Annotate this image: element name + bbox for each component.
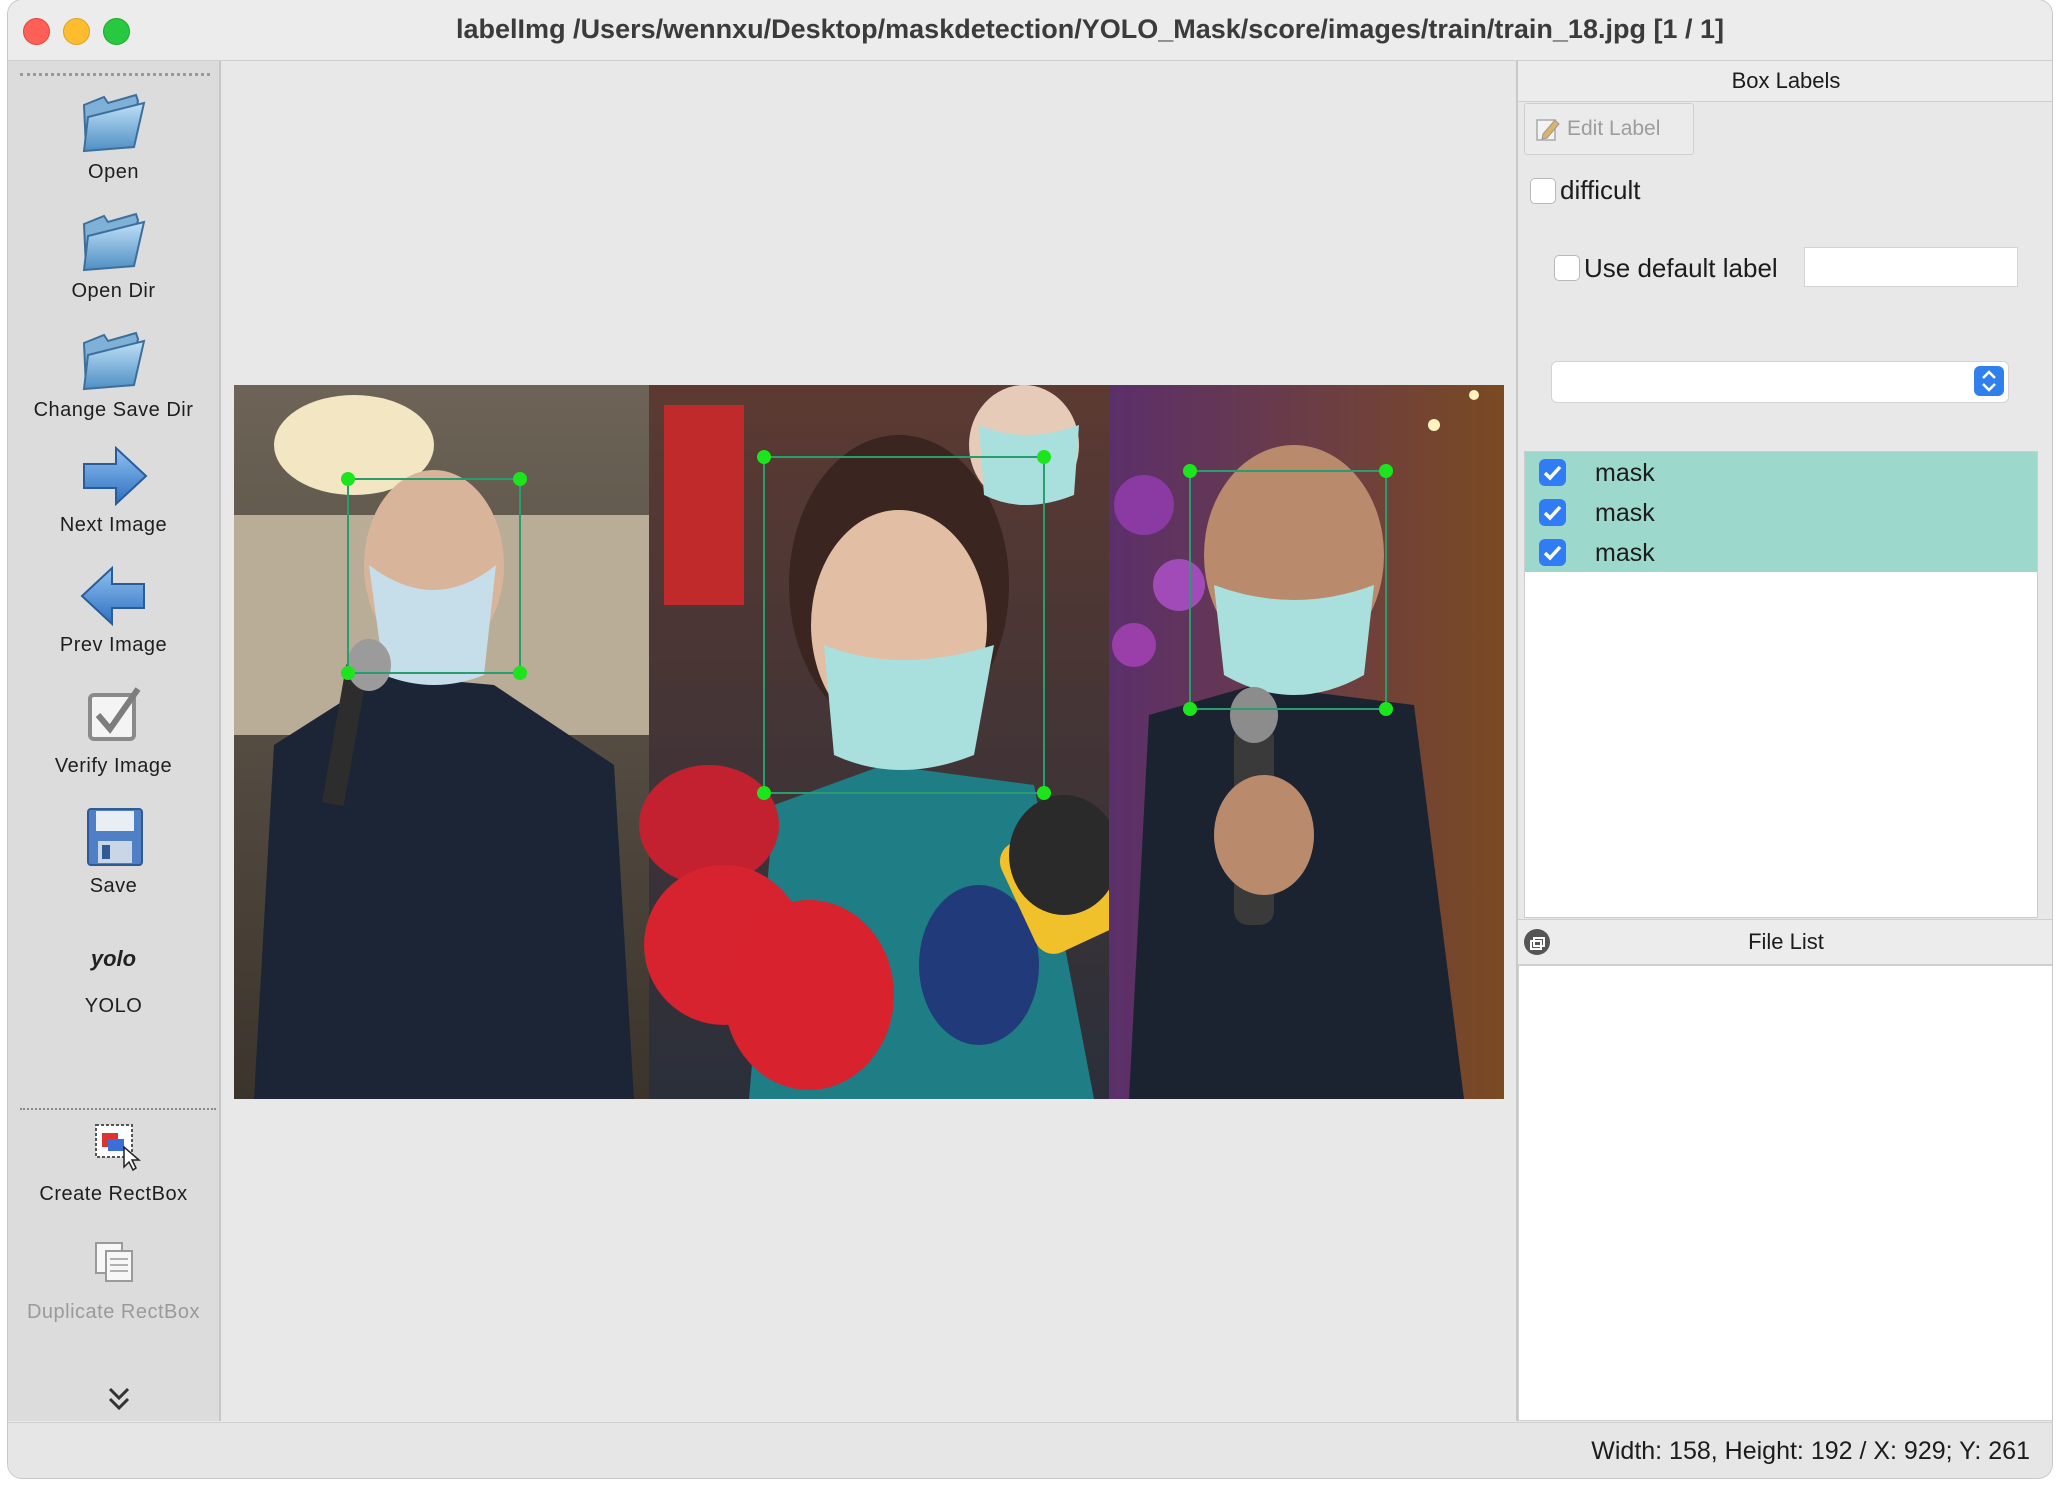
right-dock: Box Labels Edit Label difficult Use defa…: [1516, 61, 2052, 1421]
zoom-window-button[interactable]: [103, 18, 130, 45]
main-toolbar: Open Open Dir Change Save Dir Next Image…: [8, 61, 221, 1421]
status-bar: Width: 158, Height: 192 / X: 929; Y: 261: [8, 1422, 2052, 1478]
save-button[interactable]: Save: [8, 805, 219, 898]
label-checkbox[interactable]: [1539, 459, 1566, 486]
yolo-format-button[interactable]: yolo YOLO: [8, 941, 219, 1018]
duplicate-rect-icon: [94, 1242, 133, 1282]
minimize-window-button[interactable]: [63, 18, 90, 45]
window-title: labelImg /Users/wennxu/Desktop/maskdetec…: [456, 14, 1724, 44]
arrow-right-icon: [82, 445, 147, 507]
yolo-label: YOLO: [84, 995, 143, 1017]
create-rectbox-button[interactable]: Create RectBox: [8, 1119, 219, 1206]
file-list[interactable]: [1518, 965, 2052, 1421]
checkmark-icon: [1543, 465, 1562, 481]
combo-stepper[interactable]: [1974, 366, 2004, 396]
yolo-format-icon: yolo: [90, 946, 137, 971]
undock-icon[interactable]: [1524, 929, 1550, 955]
edit-label-button[interactable]: Edit Label: [1524, 103, 1694, 155]
change-save-dir-button[interactable]: Change Save Dir: [8, 325, 219, 422]
open-label: Open: [88, 161, 139, 183]
label-checkbox[interactable]: [1539, 499, 1566, 526]
duplicate-rectbox-label: Duplicate RectBox: [26, 1301, 201, 1323]
labelimg-window: labelImg /Users/wennxu/Desktop/maskdetec…: [8, 0, 2052, 1478]
image-canvas[interactable]: [221, 61, 1524, 1421]
label-text: mask: [1595, 539, 1655, 567]
folder-open-icon: [82, 93, 145, 153]
label-text: mask: [1595, 459, 1655, 487]
open-dir-label: Open Dir: [71, 280, 156, 302]
box-label-list[interactable]: mask mask mask: [1524, 451, 2038, 918]
title-bar: labelImg /Users/wennxu/Desktop/maskdetec…: [8, 0, 2052, 61]
folder-open-icon: [82, 212, 145, 272]
duplicate-rectbox-button[interactable]: Duplicate RectBox: [8, 1237, 219, 1324]
prev-image-button[interactable]: Prev Image: [8, 564, 219, 657]
close-window-button[interactable]: [23, 18, 50, 45]
checkmark-icon: [1543, 545, 1562, 561]
create-rectbox-label: Create RectBox: [39, 1183, 188, 1205]
open-dir-button[interactable]: Open Dir: [8, 206, 219, 303]
label-combo-box[interactable]: [1551, 361, 2009, 403]
annotated-image[interactable]: [234, 385, 1504, 1099]
status-text: Width: 158, Height: 192 / X: 929; Y: 261: [1591, 1437, 2030, 1465]
next-image-label: Next Image: [59, 514, 168, 536]
prev-image-label: Prev Image: [59, 634, 168, 656]
toolbar-grip[interactable]: [20, 73, 210, 76]
box-labels-header: Box Labels: [1518, 61, 2052, 102]
list-item[interactable]: mask: [1525, 532, 2037, 572]
change-save-dir-label: Change Save Dir: [33, 399, 194, 421]
arrow-left-icon: [80, 565, 145, 627]
verify-image-button[interactable]: Verify Image: [8, 685, 219, 778]
difficult-label: difficult: [1560, 175, 1641, 205]
toolbar-separator: [20, 1108, 216, 1110]
label-text: mask: [1595, 499, 1655, 527]
save-label: Save: [89, 875, 138, 897]
verify-image-label: Verify Image: [54, 755, 173, 777]
label-checkbox[interactable]: [1539, 539, 1566, 566]
checkbox-icon: [87, 687, 140, 741]
floppy-disk-icon: [86, 808, 143, 866]
list-item[interactable]: mask: [1525, 452, 2037, 492]
edit-label-text: Edit Label: [1567, 117, 1661, 140]
edit-pencil-icon: [1536, 119, 1560, 141]
list-item[interactable]: mask: [1525, 492, 2037, 532]
toolbar-overflow-chevron-icon[interactable]: [107, 1385, 131, 1415]
checkmark-icon: [1543, 505, 1562, 521]
folder-open-icon: [82, 331, 145, 391]
create-rect-icon: [94, 1124, 141, 1171]
difficult-checkbox[interactable]: [1530, 178, 1556, 204]
default-label-input[interactable]: [1804, 247, 2018, 287]
next-image-button[interactable]: Next Image: [8, 444, 219, 537]
chevron-up-down-icon: [1982, 370, 1996, 392]
use-default-label-text: Use default label: [1584, 253, 1778, 283]
use-default-label-checkbox[interactable]: [1554, 255, 1580, 281]
file-list-header: File List: [1518, 919, 2052, 965]
file-list-title: File List: [1748, 929, 1824, 954]
open-button[interactable]: Open: [8, 87, 219, 184]
